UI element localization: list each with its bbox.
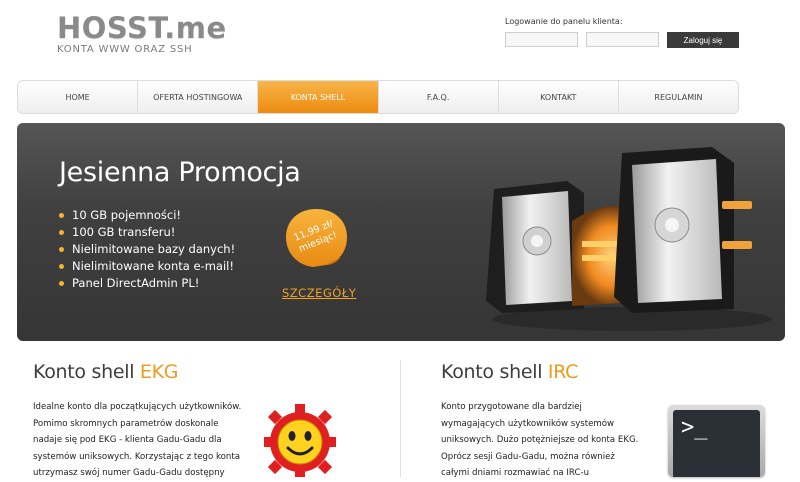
password-field[interactable] [586,32,659,47]
terminal-prompt: >_ [681,415,708,440]
nav-contact[interactable]: KONTAKT [499,81,619,113]
logo-text: HOSST.me [57,11,227,45]
smiley-gear-icon [264,404,336,477]
main-nav: HOME OFERTA HOSTINGOWA KONTA SHELL F.A.Q… [17,80,739,114]
login-label: Logowanie do panelu klienta: [505,17,623,26]
feature-item: Panel DirectAdmin PL! [57,275,235,292]
servers-illustration [486,147,772,331]
nav-home[interactable]: HOME [18,81,139,113]
text-line: systemów uniksowych. Korzystając z tego … [33,451,241,462]
promo-banner: Jesienna Promocja 10 GB pojemności! 100 … [17,123,785,341]
price-badge: 11,99 zł/ miesiąc! [286,209,347,267]
text-line: uniksowych. Dużo potężniejsze od konta E… [441,435,639,445]
ekg-description: Idealne konto dla początkujących użytkow… [33,399,263,482]
nav-rules[interactable]: REGULAMIN [619,81,738,113]
text-line: Konto przygotowane dla bardziej [441,402,582,412]
title-accent: EKG [139,361,179,383]
site-logo[interactable]: HOSST.me KONTA WWW ORAZ SSH [57,12,227,55]
text-line: całymi dniami rozmawiać na IRC-u [441,468,590,478]
feature-item: 10 GB pojemności! [57,207,235,224]
text-line: Idealne konto dla początkujących użytkow… [33,402,242,412]
promo-title: Jesienna Promocja [59,157,301,188]
irc-section-title: Konto shell IRC [441,361,578,383]
nav-faq[interactable]: F.A.Q. [379,81,499,113]
text-line: nadaje się pod EKG - klienta Gadu-Gadu d… [33,435,222,445]
feature-item: Nielimitowane konta e-mail! [57,258,235,275]
text-line: utrzymasz swój numer Gadu-Gadu dostępny [33,468,225,478]
nav-hosting-offer[interactable]: OFERTA HOSTINGOWA [138,81,259,113]
title-prefix: Konto shell [33,361,140,383]
feature-item: Nielimitowane bazy danych! [57,241,235,258]
username-field[interactable] [505,32,578,47]
promo-features: 10 GB pojemności! 100 GB transferu! Niel… [57,207,235,292]
title-accent: IRC [547,361,579,383]
login-button[interactable]: Zaloguj się [667,32,739,48]
details-link[interactable]: SZCZEGÓŁY [282,286,356,300]
text-line: Pomimo skromnych parametrów doskonale [33,418,219,429]
nav-shell-accounts[interactable]: KONTA SHELL [258,81,379,113]
feature-item: 100 GB transferu! [57,224,235,241]
irc-description: Konto przygotowane dla bardziej wymagają… [441,399,656,482]
title-prefix: Konto shell [441,361,548,383]
ekg-section-title: Konto shell EKG [33,361,179,383]
terminal-icon: >_ [668,405,765,477]
section-divider [400,360,401,477]
terminal-screen: >_ [673,410,760,477]
logo-tagline: KONTA WWW ORAZ SSH [57,44,193,55]
text-line: Oprócz sesji Gadu-Gadu, można również [441,451,615,462]
text-line: wymagających użytkowników systemów [441,418,615,429]
